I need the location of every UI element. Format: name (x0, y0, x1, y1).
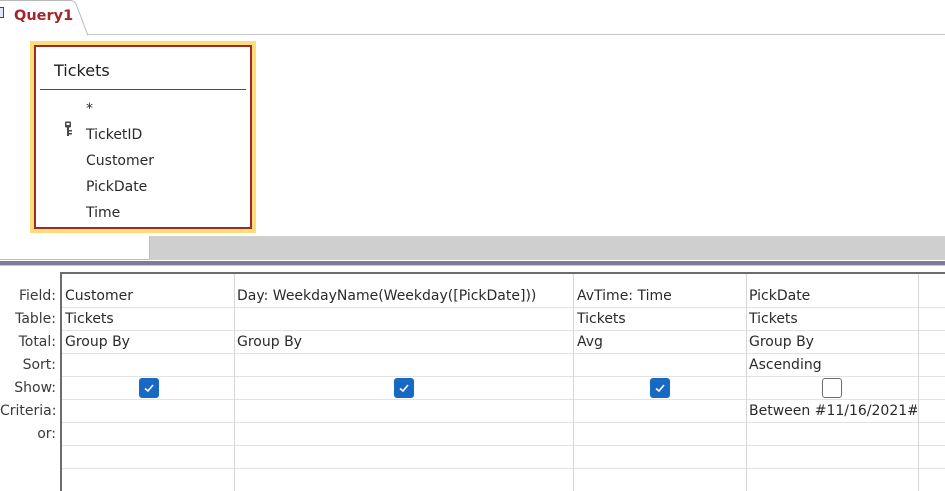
show-checkbox-day[interactable] (394, 378, 414, 398)
grid-cell-total[interactable]: Group By (65, 334, 130, 350)
show-checkbox-pickdate[interactable] (822, 378, 842, 398)
grid-cell-total[interactable]: Group By (749, 334, 814, 350)
row-label-table: Table: (15, 311, 56, 327)
grid-column-divider[interactable] (918, 274, 919, 491)
grid-cell-table[interactable]: Tickets (65, 311, 114, 327)
tab-label: Query1 (14, 8, 74, 24)
primary-key-icon (65, 121, 72, 136)
grid-cell-criteria[interactable] (577, 403, 742, 421)
row-label-total: Total: (18, 334, 56, 350)
grid-cell-field-customer[interactable]: Customer (65, 288, 133, 304)
checkmark-icon (655, 384, 665, 393)
grid-row-divider (62, 468, 945, 469)
row-label-sort: Sort: (22, 357, 56, 373)
grid-row-divider (62, 422, 945, 423)
tab-strip-baseline (78, 34, 945, 35)
grid-cell-sort[interactable] (65, 357, 230, 375)
checkmark-icon (399, 384, 409, 393)
grid-cell-table[interactable] (237, 311, 567, 329)
query-design-grid-area: Field: Table: Total: Sort: Show: Criteri… (0, 266, 945, 491)
show-checkbox-customer[interactable] (139, 378, 159, 398)
table-field-list[interactable]: Tickets * TicketID Customer PickDate Tim… (34, 45, 252, 229)
checkmark-icon (144, 384, 154, 393)
grid-row-divider (62, 376, 945, 377)
document-tab-strip: Query1 (0, 0, 945, 36)
grid-column-divider[interactable] (234, 274, 235, 491)
grid-cell-table[interactable]: Tickets (577, 311, 626, 327)
grid-cell-table[interactable]: Tickets (749, 311, 798, 327)
grid-cell-sort-ascending[interactable]: Ascending (749, 357, 822, 373)
grid-cell-field-pickdate[interactable]: PickDate (749, 288, 810, 304)
grid-column-divider[interactable] (573, 274, 574, 491)
grid-cell-criteria[interactable] (237, 403, 567, 421)
grid-cell-criteria-between[interactable]: Between #11/16/2021# (749, 403, 917, 419)
grid-row-divider (62, 353, 945, 354)
grid-column-divider[interactable] (746, 274, 747, 491)
query-design-grid[interactable]: Customer Tickets Group By Day: WeekdayNa… (60, 272, 945, 491)
grid-cell-criteria[interactable] (65, 403, 230, 421)
field-item-time[interactable]: Time (86, 205, 120, 221)
row-label-criteria: Criteria: (0, 403, 57, 419)
grid-row-divider (62, 445, 945, 446)
grid-row-divider (62, 399, 945, 400)
row-label-field: Field: (18, 288, 56, 304)
query-document-icon (0, 7, 4, 18)
grid-cell-field-avtime[interactable]: AvTime: Time (577, 288, 672, 304)
show-checkbox-avtime[interactable] (650, 378, 670, 398)
grid-cell-total[interactable]: Avg (577, 334, 603, 350)
grid-cell-sort[interactable] (237, 357, 567, 375)
grid-row-divider (62, 330, 945, 331)
horizontal-scrollbar-thumb[interactable] (0, 236, 150, 260)
table-field-list-title[interactable]: Tickets (54, 61, 110, 80)
row-label-or: or: (37, 426, 56, 442)
grid-cell-field-day[interactable]: Day: WeekdayName(Weekday([PickDate])) (237, 288, 536, 304)
row-label-show: Show: (14, 380, 56, 396)
table-field-list-selected[interactable]: Tickets * TicketID Customer PickDate Tim… (30, 41, 256, 233)
tab-query1[interactable]: Query1 (0, 0, 89, 36)
field-item-ticketid[interactable]: TicketID (86, 127, 142, 143)
field-item-pickdate[interactable]: PickDate (86, 179, 147, 195)
grid-row-divider (62, 307, 945, 308)
field-item-all[interactable]: * (86, 101, 93, 117)
grid-cell-total[interactable]: Group By (237, 334, 302, 350)
query-design-upper-pane[interactable]: Tickets * TicketID Customer PickDate Tim… (0, 36, 945, 236)
field-item-customer[interactable]: Customer (86, 153, 154, 169)
table-title-divider (40, 89, 246, 90)
grid-cell-sort[interactable] (577, 357, 742, 375)
